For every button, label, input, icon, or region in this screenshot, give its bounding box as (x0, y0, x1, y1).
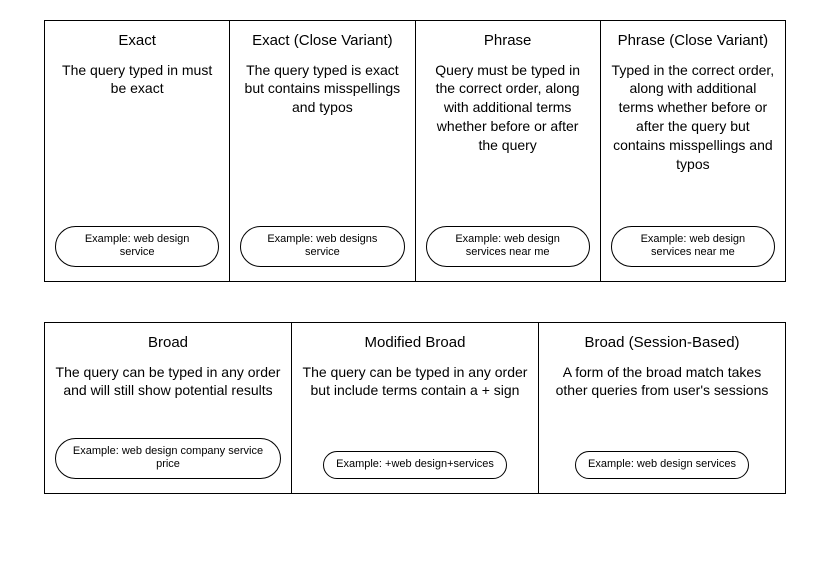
cell-title: Exact (118, 31, 156, 51)
match-types-row-1: Exact The query typed in must be exact E… (44, 20, 786, 282)
example-pill: Example: web design company service pric… (55, 438, 281, 480)
example-pill: Example: web design services (575, 451, 749, 479)
cell-desc: The query can be typed in any order but … (302, 363, 528, 401)
cell-desc: The query can be typed in any order and … (55, 363, 281, 401)
example-pill: Example: web design service (55, 226, 219, 268)
cell-desc: Query must be typed in the correct order… (426, 61, 590, 155)
cell-phrase: Phrase Query must be typed in the correc… (416, 21, 601, 281)
cell-modified-broad: Modified Broad The query can be typed in… (292, 323, 539, 493)
cell-exact-close-variant: Exact (Close Variant) The query typed is… (230, 21, 415, 281)
cell-phrase-close-variant: Phrase (Close Variant) Typed in the corr… (601, 21, 785, 281)
example-pill: Example: web design services near me (611, 226, 775, 268)
cell-broad-session-based: Broad (Session-Based) A form of the broa… (539, 323, 785, 493)
example-pill: Example: web designs service (240, 226, 404, 268)
cell-title: Broad (148, 333, 188, 353)
example-pill: Example: +web design+services (323, 451, 507, 479)
cell-title: Phrase (484, 31, 532, 51)
cell-desc: The query typed in must be exact (55, 61, 219, 99)
cell-exact: Exact The query typed in must be exact E… (45, 21, 230, 281)
example-pill: Example: web design services near me (426, 226, 590, 268)
cell-title: Broad (Session-Based) (584, 333, 739, 353)
cell-desc: Typed in the correct order, along with a… (611, 61, 775, 174)
cell-title: Phrase (Close Variant) (618, 31, 769, 51)
cell-title: Modified Broad (365, 333, 466, 353)
match-types-row-2: Broad The query can be typed in any orde… (44, 322, 786, 494)
cell-broad: Broad The query can be typed in any orde… (45, 323, 292, 493)
cell-desc: A form of the broad match takes other qu… (549, 363, 775, 401)
cell-desc: The query typed is exact but contains mi… (240, 61, 404, 118)
cell-title: Exact (Close Variant) (252, 31, 393, 51)
